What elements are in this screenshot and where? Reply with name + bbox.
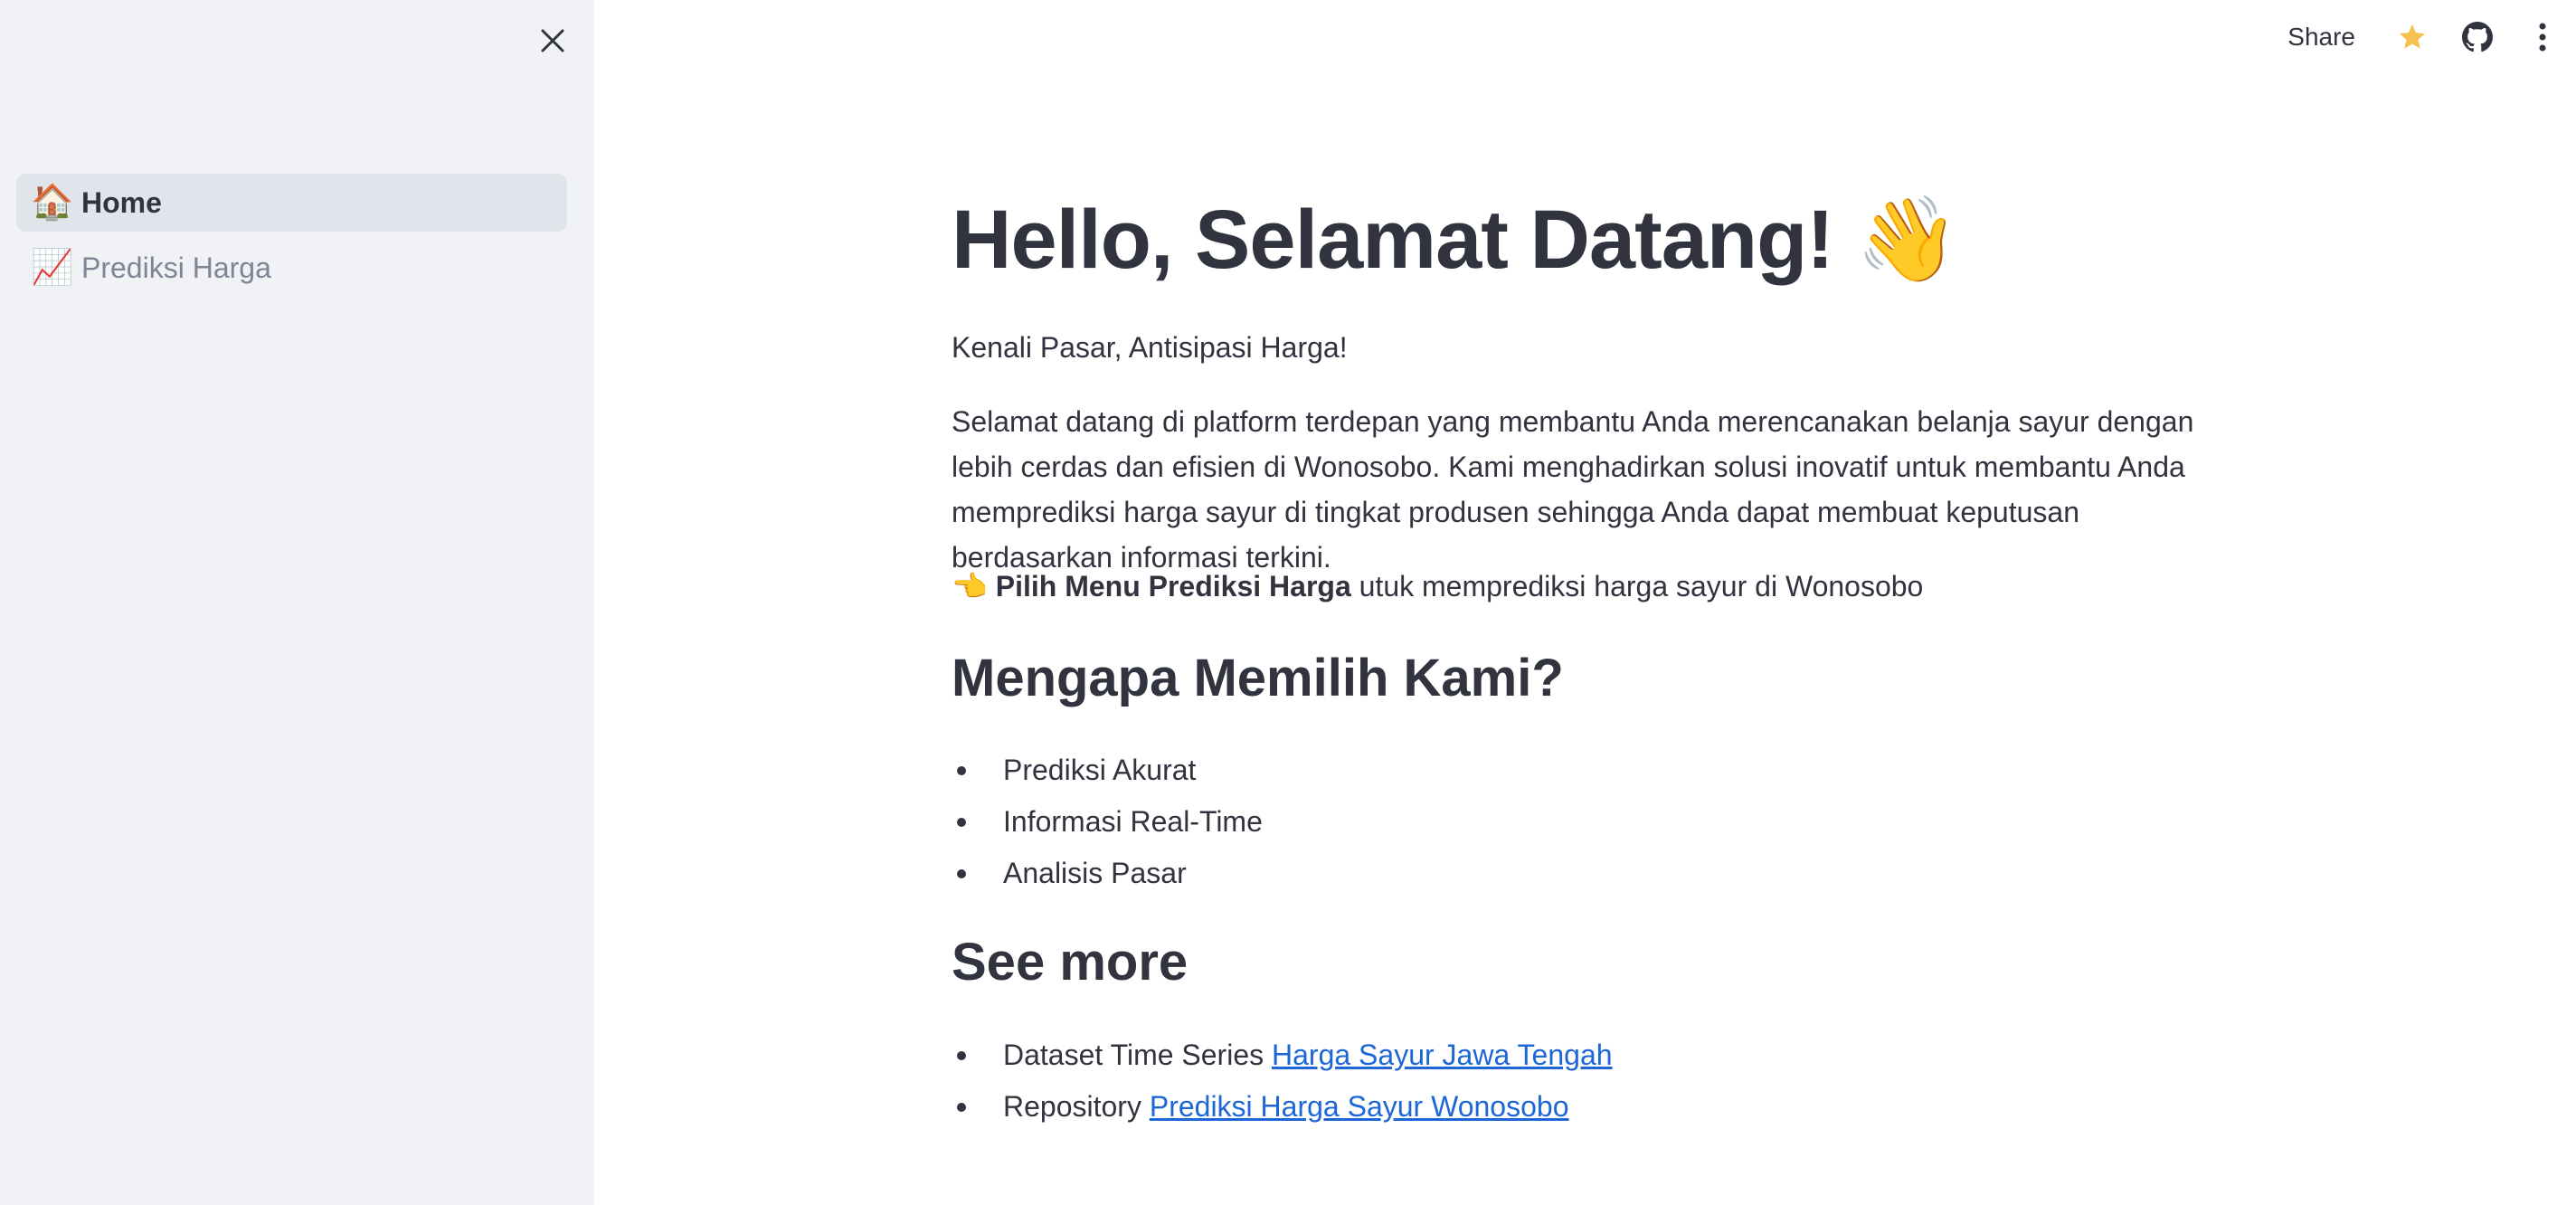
page-title: Hello, Selamat Datang! 👋 — [952, 194, 1959, 286]
sidebar-nav: 🏠 Home 📈 Prediksi Harga — [16, 174, 567, 304]
why-heading: Mengapa Memilih Kami? — [952, 649, 1564, 707]
bullet-icon — [957, 1103, 966, 1112]
app-root: 🏠 Home 📈 Prediksi Harga Share Hello, Sel… — [0, 0, 2576, 1205]
chart-increasing-icon: 📈 — [31, 249, 74, 287]
list-item-prefix: Repository — [1003, 1090, 1150, 1123]
main-menu-button[interactable] — [2522, 16, 2563, 58]
bullet-icon — [957, 766, 966, 775]
bullet-icon — [957, 869, 966, 878]
sidebar-item-label: Home — [81, 185, 162, 219]
intro-paragraph: Selamat datang di platform terdepan yang… — [952, 405, 2194, 574]
sidebar-item-label: Prediksi Harga — [81, 251, 271, 284]
header-toolbar: Share — [2287, 13, 2576, 62]
list-item: Prediksi Akurat — [952, 745, 1263, 796]
more-vertical-icon — [2539, 23, 2546, 52]
dataset-link[interactable]: Harga Sayur Jawa Tengah — [1272, 1039, 1613, 1071]
why-list: Prediksi Akurat Informasi Real-Time Anal… — [952, 745, 1263, 899]
star-button[interactable] — [2391, 16, 2433, 58]
menu-instruction: 👈 Pilih Menu Prediksi Harga utuk mempred… — [952, 564, 1923, 609]
sidebar-item-prediksi-harga[interactable]: 📈 Prediksi Harga — [16, 239, 567, 297]
list-item-prefix: Dataset Time Series — [1003, 1039, 1272, 1071]
list-item-text: Analisis Pasar — [1003, 857, 1187, 889]
see-more-list: Dataset Time Series Harga Sayur Jawa Ten… — [952, 1029, 1613, 1133]
see-more-heading: See more — [952, 933, 1189, 992]
close-icon — [541, 29, 564, 52]
list-item: Informasi Real-Time — [952, 796, 1263, 848]
house-icon: 🏠 — [31, 184, 74, 222]
list-item: Dataset Time Series Harga Sayur Jawa Ten… — [952, 1029, 1613, 1081]
repository-link[interactable]: Prediksi Harga Sayur Wonosobo — [1150, 1090, 1569, 1123]
star-icon — [2399, 24, 2426, 49]
menu-instruction-rest: utuk memprediksi harga sayur di Wonosobo — [1350, 570, 1924, 602]
sidebar-item-home[interactable]: 🏠 Home — [16, 174, 567, 232]
bullet-icon — [957, 818, 966, 827]
menu-instruction-bold: Pilih Menu Prediksi Harga — [995, 570, 1351, 602]
github-icon — [2462, 22, 2493, 52]
pointing-left-icon: 👈 — [952, 570, 988, 602]
tagline: Kenali Pasar, Antisipasi Harga! — [952, 331, 1348, 364]
github-button[interactable] — [2457, 16, 2498, 58]
share-button[interactable]: Share — [2287, 23, 2355, 52]
list-item-text: Prediksi Akurat — [1003, 754, 1197, 786]
list-item-text: Informasi Real-Time — [1003, 805, 1263, 838]
sidebar: 🏠 Home 📈 Prediksi Harga — [0, 0, 594, 1205]
close-sidebar-button[interactable] — [532, 20, 573, 62]
list-item: Analisis Pasar — [952, 848, 1263, 899]
list-item: Repository Prediksi Harga Sayur Wonosobo — [952, 1081, 1613, 1133]
bullet-icon — [957, 1051, 966, 1060]
